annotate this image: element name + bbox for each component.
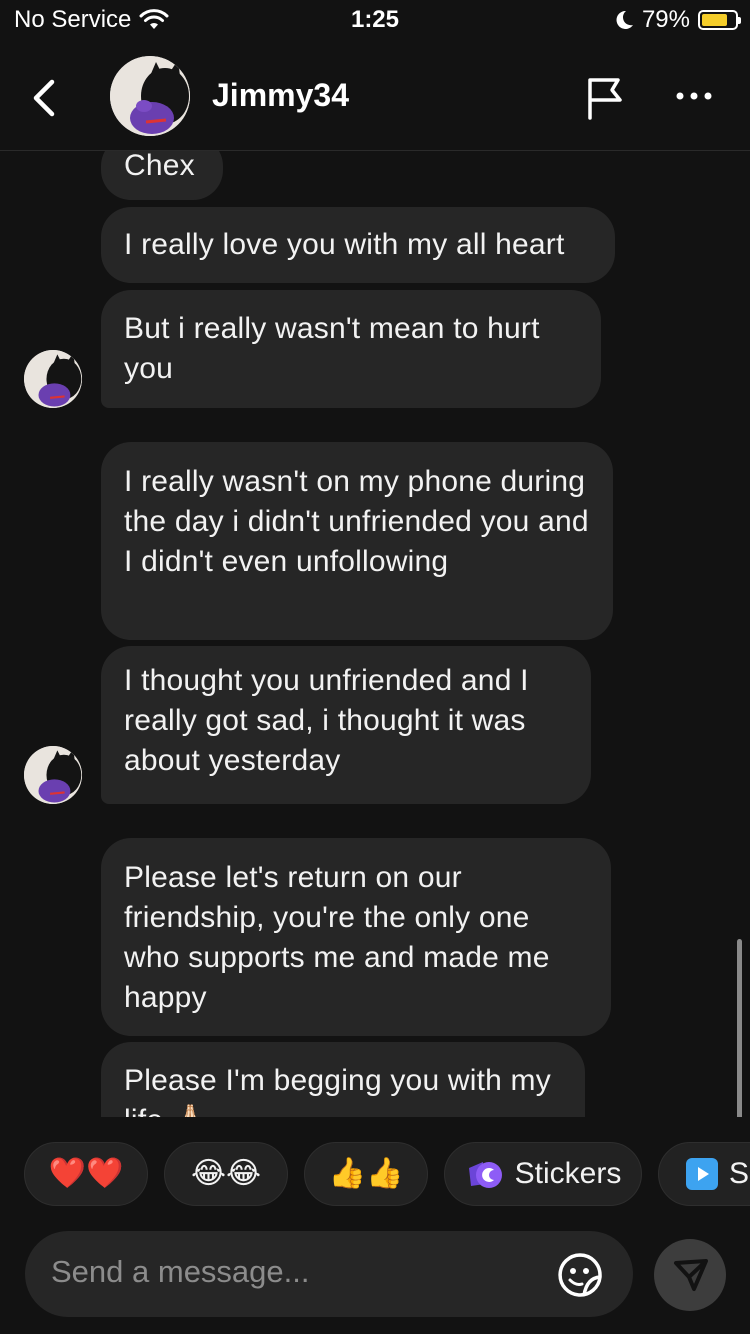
sender-avatar[interactable] <box>24 746 82 804</box>
avatar-image <box>24 350 82 408</box>
quick-reactions: ❤️❤️ 😂😂 👍👍 Stickers Sl <box>0 1142 750 1206</box>
thumbs-up-emoji: 👍👍 <box>328 1157 404 1190</box>
report-flag-icon[interactable] <box>584 74 628 120</box>
avatar-image <box>110 56 190 136</box>
more-options-icon[interactable] <box>672 82 716 110</box>
back-chevron-icon[interactable] <box>24 74 64 122</box>
send-button[interactable] <box>654 1239 726 1311</box>
contact-avatar[interactable] <box>110 56 190 136</box>
message-list[interactable]: Chex I really love you with my all heart… <box>0 151 750 1117</box>
contact-name[interactable]: Jimmy34 <box>212 77 349 114</box>
send-arrow-icon <box>674 1259 708 1291</box>
video-icon <box>686 1158 718 1190</box>
sender-avatar[interactable] <box>24 350 82 408</box>
message-bubble[interactable]: Please let's return on our friendship, y… <box>101 838 611 1036</box>
avatar-image <box>24 746 82 804</box>
status-bar: No Service 1:25 79% <box>0 0 750 44</box>
battery-percent: 79% <box>641 6 690 33</box>
message-input-placeholder: Send a message... <box>51 1254 310 1289</box>
heart-emoji: ❤️❤️ <box>48 1157 124 1190</box>
message-bubble[interactable]: I really love you with my all heart <box>101 207 615 283</box>
reaction-laugh[interactable]: 😂😂 <box>164 1142 288 1206</box>
message-bubble[interactable]: But i really wasn't mean to hurt you <box>101 290 601 408</box>
reaction-thumbs-up[interactable]: 👍👍 <box>304 1142 428 1206</box>
status-right: 79% <box>614 6 741 34</box>
video-chip-label: Sl <box>729 1157 750 1190</box>
battery-icon <box>698 10 741 30</box>
message-input[interactable]: Send a message... <box>25 1231 633 1317</box>
scrollbar[interactable] <box>737 939 742 1117</box>
sticker-face-icon[interactable] <box>557 1252 603 1298</box>
laugh-emoji: 😂😂 <box>190 1157 262 1190</box>
video-chip[interactable]: Sl <box>658 1142 750 1206</box>
message-bubble[interactable]: Please I'm begging you with my life 🙏🏻 <box>101 1042 585 1117</box>
stickers-chip[interactable]: Stickers <box>444 1142 642 1206</box>
message-bubble[interactable]: I really wasn't on my phone during the d… <box>101 442 613 640</box>
reaction-hearts[interactable]: ❤️❤️ <box>24 1142 148 1206</box>
message-bubble[interactable]: Chex <box>101 151 223 200</box>
stickers-icon <box>468 1162 502 1188</box>
stickers-label: Stickers <box>514 1157 622 1190</box>
message-bubble[interactable]: I thought you unfriended and I really go… <box>101 646 591 804</box>
chat-header: Jimmy34 <box>0 44 750 151</box>
moon-icon <box>616 10 633 29</box>
